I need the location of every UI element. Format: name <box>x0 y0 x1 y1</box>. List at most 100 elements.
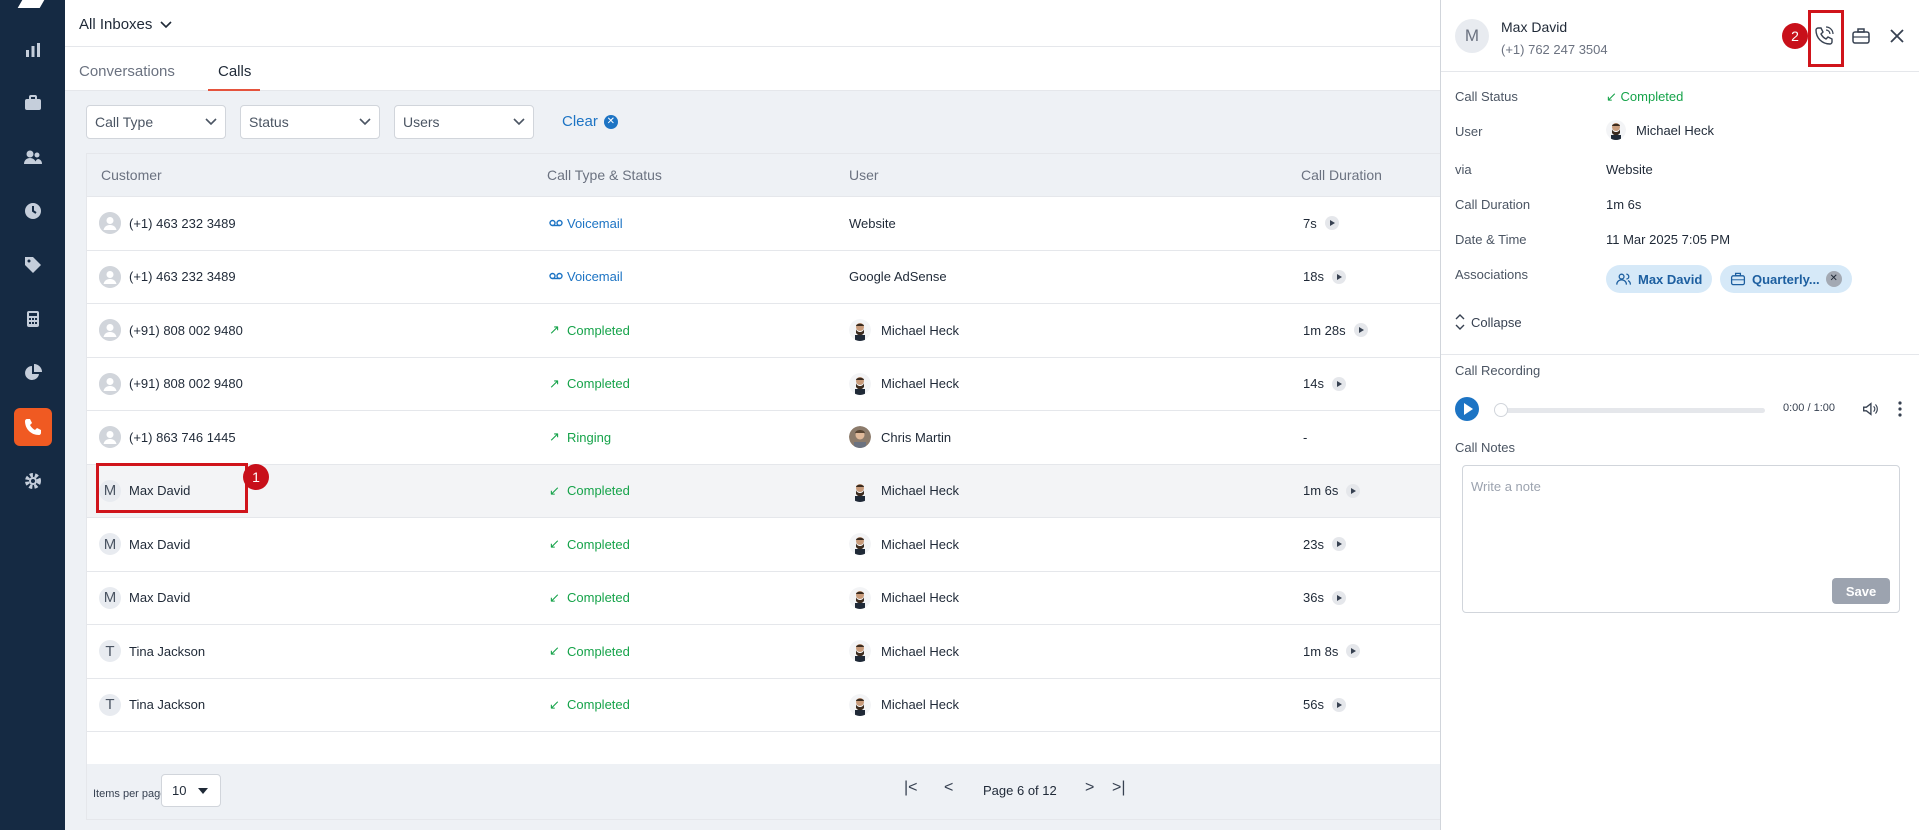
calls-table: Customer Call Type & Status User Call Du… <box>86 153 1440 820</box>
call-duration-text: 36s <box>1303 590 1324 606</box>
customer-cell[interactable]: (+91) 808 002 9480 <box>99 304 243 357</box>
play-icon[interactable] <box>1331 697 1346 712</box>
table-row[interactable]: (+1) 463 232 3489 Voicemail Website 7s <box>87 197 1440 251</box>
call-status-cell: ↙ Completed <box>549 465 630 518</box>
play-icon[interactable] <box>1346 483 1361 498</box>
call-status-text: Completed <box>567 376 630 392</box>
clock-icon[interactable] <box>14 192 52 230</box>
chevron-down-icon <box>160 20 172 28</box>
user-cell: Chris Martin <box>849 411 951 464</box>
customer-cell[interactable]: (+1) 863 746 1445 <box>99 411 236 464</box>
play-icon[interactable] <box>1331 376 1346 391</box>
reports-icon[interactable] <box>14 31 52 69</box>
briefcase-icon[interactable] <box>1851 26 1871 46</box>
customer-cell[interactable]: T Tina Jackson <box>99 679 205 732</box>
person-icon <box>99 212 121 235</box>
tab-calls[interactable]: Calls <box>218 63 251 80</box>
pie-chart-icon[interactable] <box>14 354 52 392</box>
call-status-text: Voicemail <box>567 269 623 285</box>
call-status-text: Completed <box>567 483 630 499</box>
recording-progress-thumb[interactable] <box>1494 403 1508 417</box>
table-header: Customer Call Type & Status User Call Du… <box>87 154 1440 197</box>
association-chip-contact[interactable]: Max David <box>1606 265 1713 293</box>
play-recording-button[interactable] <box>1455 397 1479 421</box>
prev-page-button[interactable]: < <box>944 779 953 797</box>
customer-cell[interactable]: T Tina Jackson <box>99 625 205 678</box>
tag-icon[interactable] <box>14 246 52 284</box>
annotation-badge-2: 2 <box>1782 23 1808 49</box>
customer-cell[interactable]: (+91) 808 002 9480 <box>99 358 243 411</box>
call-duration-cell: 1m 28s <box>1303 304 1368 357</box>
user-name: Michael Heck <box>1636 122 1715 138</box>
calculator-icon[interactable] <box>14 300 52 338</box>
call-duration-value: 1m 6s <box>1606 197 1642 212</box>
play-icon[interactable] <box>1331 269 1346 284</box>
call-status-text: Completed <box>567 697 630 713</box>
contact-phone: (+1) 762 247 3504 <box>1501 42 1608 57</box>
last-page-button[interactable]: >| <box>1112 779 1126 797</box>
items-per-page-select[interactable]: 10 <box>161 774 221 807</box>
phone-icon[interactable] <box>14 408 52 446</box>
table-row[interactable]: T Tina Jackson ↙ Completed Michael Heck 1m 8s <box>87 625 1440 679</box>
collapse-toggle[interactable]: Collapse <box>1455 313 1522 331</box>
table-row[interactable]: T Tina Jackson ↙ Completed Michael Heck 56s <box>87 678 1440 732</box>
call-status-cell: ↙ Completed <box>549 679 630 732</box>
date-time-value: 11 Mar 2025 7:05 PM <box>1606 232 1731 247</box>
users-filter[interactable]: Users <box>394 105 534 139</box>
inbox-selector[interactable]: All Inboxes <box>79 16 172 33</box>
table-row[interactable]: (+91) 808 002 9480 ↗ Completed Michael Heck… <box>87 304 1440 358</box>
call-type-filter[interactable]: Call Type <box>86 105 226 139</box>
table-row[interactable]: M Max David ↙ Completed Michael Heck 1m 6s <box>87 464 1440 518</box>
contacts-icon[interactable] <box>14 138 52 176</box>
save-note-button[interactable]: Save <box>1832 578 1890 604</box>
play-icon[interactable] <box>1346 644 1361 659</box>
call-duration-text: 1m 8s <box>1303 643 1339 659</box>
settings-gear-icon[interactable] <box>14 462 52 500</box>
user-cell: Michael Heck <box>849 572 959 625</box>
play-icon[interactable] <box>1353 323 1368 338</box>
briefcase-icon[interactable] <box>14 84 52 122</box>
table-row[interactable]: M Max David ↙ Completed Michael Heck 23s <box>87 518 1440 572</box>
first-page-button[interactable]: |< <box>904 779 918 797</box>
play-icon[interactable] <box>1331 590 1346 605</box>
calls-main: Call Type Status Users Clear ✕ Customer … <box>65 91 1440 830</box>
annotation-box-2 <box>1808 10 1844 67</box>
user-cell: Michael Heck <box>849 358 959 411</box>
more-options-icon[interactable] <box>1895 400 1905 418</box>
user-name: Michael Heck <box>881 536 960 552</box>
close-icon[interactable] <box>1887 26 1907 46</box>
call-status-cell: ↗ Completed <box>549 358 630 411</box>
customer-name: Tina Jackson <box>129 697 206 713</box>
call-duration-cell: 1m 8s <box>1303 625 1361 678</box>
outgoing-arrow-icon: ↗ <box>549 375 560 391</box>
next-page-button[interactable]: > <box>1085 779 1094 797</box>
clear-filters-button[interactable]: Clear ✕ <box>562 113 618 130</box>
incoming-arrow-icon: ↙ <box>549 643 560 659</box>
play-icon[interactable] <box>1331 537 1346 552</box>
call-duration-text: 1m 6s <box>1303 483 1339 499</box>
customer-cell[interactable]: M Max David <box>99 518 190 571</box>
customer-cell[interactable]: (+1) 463 232 3489 <box>99 197 236 250</box>
contact-name[interactable]: Max David <box>1501 19 1567 35</box>
call-status-label: Call Status <box>1455 89 1518 104</box>
play-icon[interactable] <box>1324 216 1339 231</box>
user-name: Michael Heck <box>881 376 960 392</box>
status-filter[interactable]: Status <box>240 105 380 139</box>
table-row[interactable]: (+1) 863 746 1445 ↗ Ringing Chris Martin - <box>87 411 1440 465</box>
remove-association-icon[interactable]: ✕ <box>1825 271 1842 287</box>
user-avatar <box>849 586 871 609</box>
customer-cell[interactable]: M Max David <box>99 572 190 625</box>
table-row[interactable]: (+1) 463 232 3489 Voicemail Google AdSense… <box>87 250 1440 304</box>
call-status-text: Completed <box>567 536 630 552</box>
recording-progress-track[interactable] <box>1501 408 1765 413</box>
customer-cell[interactable]: (+1) 463 232 3489 <box>99 251 236 304</box>
association-chip-deal[interactable]: Quarterly... ✕ <box>1720 265 1852 293</box>
call-duration-cell: - <box>1303 411 1307 464</box>
volume-icon[interactable] <box>1861 400 1879 418</box>
table-row[interactable]: M Max David ↙ Completed Michael Heck 36s <box>87 571 1440 625</box>
items-per-page-value: 10 <box>172 783 187 798</box>
annotation-box-1 <box>96 463 248 513</box>
table-row[interactable]: (+91) 808 002 9480 ↗ Completed Michael Heck… <box>87 357 1440 411</box>
users-filter-label: Users <box>403 114 440 130</box>
tab-conversations[interactable]: Conversations <box>79 63 175 80</box>
